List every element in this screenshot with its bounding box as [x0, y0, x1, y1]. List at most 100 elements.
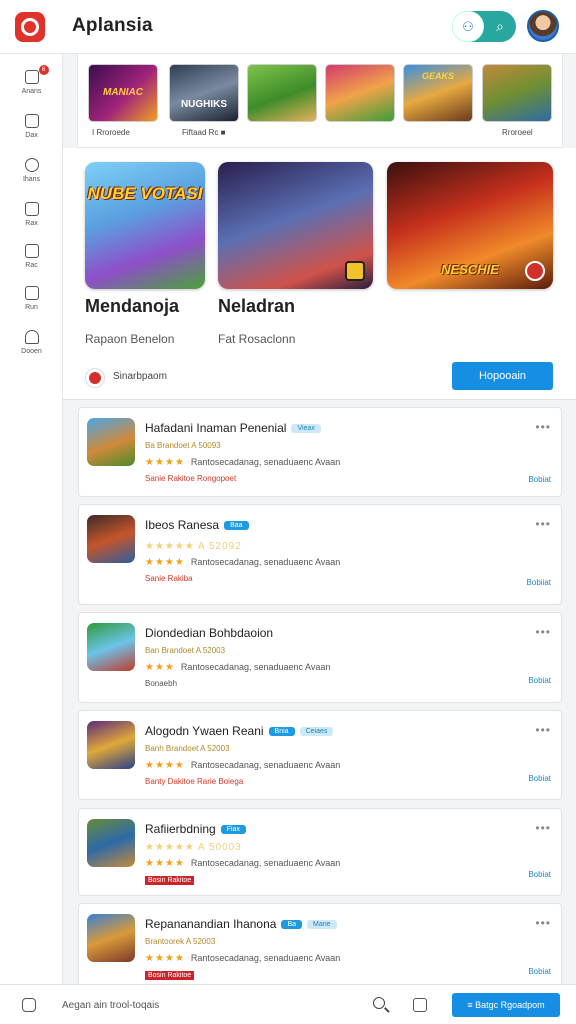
- star-rating: ★★★★: [145, 953, 185, 964]
- sidebar-item-label: Rac: [25, 262, 38, 269]
- search-icon[interactable]: [373, 997, 385, 1009]
- list-item[interactable]: Rafiierbdning Fiax ★★★★★ A 50003 ★★★★ Rant…: [78, 808, 562, 896]
- compose-icon[interactable]: [22, 998, 36, 1012]
- item-title: Hafadani Inaman Penenial: [145, 421, 287, 435]
- item-tag: Fiax: [220, 825, 246, 835]
- item-tag: Vieax: [291, 424, 321, 434]
- more-options-icon[interactable]: •••: [535, 916, 551, 930]
- featured-card[interactable]: NUBE VOTASI: [85, 162, 205, 289]
- item-title: Diondedian Bohbdaoion: [145, 626, 274, 640]
- people-icon[interactable]: ⚇: [452, 11, 484, 42]
- game-thumbnail[interactable]: [325, 64, 395, 122]
- sidebar-item-home[interactable]: 6 Anans: [0, 65, 63, 95]
- main-content: MANIAC NUGHIKS GEAKS I Rroroede Fiftaad …: [63, 54, 576, 984]
- sidebar: 6 Anans Dax Ihans Rax Rac Run Dooen: [0, 54, 63, 984]
- item-description: Rantosecadanag, senaduaenc Avaan: [190, 457, 341, 467]
- list-item[interactable]: Diondedian Bohbdaoion Ban Brandoet A 520…: [78, 612, 562, 703]
- featured-subtitle: Fat Rosaclonn: [218, 332, 296, 346]
- top-bar: Aplansia ⚇ ⌕: [0, 0, 576, 54]
- sidebar-item-label: Run: [25, 304, 38, 311]
- item-footer: Sanie Rakiba: [145, 574, 193, 583]
- sidebar-item-label: Anans: [21, 88, 42, 95]
- thumbnail-caption: Fiftaad Rc ■: [182, 128, 226, 137]
- item-tag: Mane: [307, 920, 337, 930]
- list-item[interactable]: Repananandian Ihanona Ba Mane Brantoorek A…: [78, 903, 562, 984]
- item-footer: Bosin Rakitoe: [145, 876, 195, 885]
- rating-line: Ba Brandoet A 50093: [145, 441, 221, 450]
- more-options-icon[interactable]: •••: [535, 517, 551, 531]
- list-item[interactable]: Hafadani Inaman Penenial Vieax Ba Brandoe…: [78, 407, 562, 497]
- item-action-link[interactable]: Bobiat: [528, 967, 551, 976]
- star-rating: ★★★★: [145, 760, 185, 771]
- more-options-icon[interactable]: •••: [535, 420, 551, 434]
- avatar[interactable]: [527, 10, 559, 42]
- chat-icon: [24, 158, 39, 172]
- bottom-input-hint[interactable]: Aegan ain trool-toqais: [62, 1000, 159, 1011]
- app-title: Aplansia: [72, 15, 153, 36]
- bottom-action-button[interactable]: ≡ Batgc Rgoadpom: [452, 993, 560, 1017]
- featured-subtitle: Rapaon Benelon: [85, 332, 175, 346]
- search-icon[interactable]: ⌕: [484, 18, 516, 35]
- game-icon: [87, 623, 135, 671]
- grid-icon: [24, 114, 39, 128]
- sidebar-item-label: Rax: [25, 220, 38, 227]
- item-action-link[interactable]: Bobiat: [528, 870, 551, 879]
- star-rating: ★★★: [145, 662, 175, 673]
- featured-card[interactable]: [218, 162, 373, 289]
- notification-badge: 6: [38, 65, 49, 75]
- item-description: Rantosecadanag, senaduaenc Avaan: [180, 662, 331, 672]
- featured-title[interactable]: Neladran: [218, 296, 295, 317]
- sidebar-item-mail[interactable]: Rax: [0, 202, 63, 227]
- star-rating: ★★★★: [145, 557, 185, 568]
- more-options-icon[interactable]: •••: [535, 625, 551, 639]
- cup-icon: [24, 286, 39, 300]
- item-action-link[interactable]: Bobiiat: [527, 578, 551, 587]
- featured-action-button[interactable]: Hopooain: [452, 362, 553, 390]
- share-icon[interactable]: [413, 998, 427, 1012]
- game-thumbnail[interactable]: NUGHIKS: [169, 64, 239, 122]
- more-options-icon[interactable]: •••: [535, 821, 551, 835]
- sidebar-item-bell[interactable]: Dooen: [0, 330, 63, 355]
- developer-icon: [85, 368, 105, 388]
- item-action-link[interactable]: Bobiat: [528, 774, 551, 783]
- game-icon: [87, 721, 135, 769]
- featured-title[interactable]: Mendanoja: [85, 296, 179, 317]
- game-thumbnail[interactable]: [482, 64, 552, 122]
- item-title: Repananandian Ihanona: [145, 917, 277, 931]
- list-item[interactable]: Alogodn Ywaen Reani Bnia Ceiaes Banh Brand…: [78, 710, 562, 800]
- game-thumbnail[interactable]: MANIAC: [88, 64, 158, 122]
- mail-icon: [24, 202, 39, 216]
- list-item[interactable]: Ibeos Ranesa Baa ★★★★★ A 52092 ★★★★ Rantos…: [78, 504, 562, 605]
- sidebar-item-label: Ihans: [22, 176, 41, 183]
- search-toggle[interactable]: ⚇ ⌕: [452, 11, 516, 42]
- developer-name[interactable]: Sinarbpaom: [113, 371, 167, 382]
- item-action-link[interactable]: Bobiat: [528, 676, 551, 685]
- featured-card[interactable]: NESCHIE: [387, 162, 553, 289]
- sidebar-item-grid[interactable]: Dax: [0, 114, 63, 139]
- sidebar-item-chat[interactable]: Ihans: [0, 158, 63, 183]
- badge-icon: [345, 261, 365, 281]
- game-thumbnail[interactable]: GEAKS: [403, 64, 473, 122]
- more-options-icon[interactable]: •••: [535, 723, 551, 737]
- app-logo[interactable]: [15, 12, 45, 42]
- item-footer: Bonaebh: [145, 679, 178, 688]
- bottom-bar: Aegan ain trool-toqais ≡ Batgc Rgoadpom: [0, 984, 576, 1024]
- thumbnail-caption: Rroroeel: [502, 128, 533, 137]
- item-description: Rantosecadanag, senaduaenc Avaan: [190, 760, 341, 770]
- sidebar-item-calendar[interactable]: Rac: [0, 244, 63, 269]
- rating-line: ★★★★★ A 50003: [145, 842, 242, 853]
- rating-line: Ban Brandoet A 52003: [145, 646, 226, 655]
- game-thumbnail[interactable]: [247, 64, 317, 122]
- item-footer: Bosin Rakitoe: [145, 971, 195, 980]
- sidebar-item-label: Dooen: [21, 348, 42, 355]
- sidebar-item-cup[interactable]: Run: [0, 286, 63, 311]
- featured-section: NUBE VOTASI NESCHIE Mendanoja Neladran R…: [63, 148, 576, 400]
- home-icon: 6: [24, 65, 49, 84]
- game-icon: [87, 418, 135, 466]
- star-rating: ★★★★: [145, 858, 185, 869]
- game-icon: [87, 515, 135, 563]
- item-title: Alogodn Ywaen Reani: [145, 724, 264, 738]
- item-action-link[interactable]: Bobiat: [528, 475, 551, 484]
- item-description: Rantosecadanag, senaduaenc Avaan: [190, 858, 341, 868]
- item-title: Ibeos Ranesa: [145, 518, 220, 532]
